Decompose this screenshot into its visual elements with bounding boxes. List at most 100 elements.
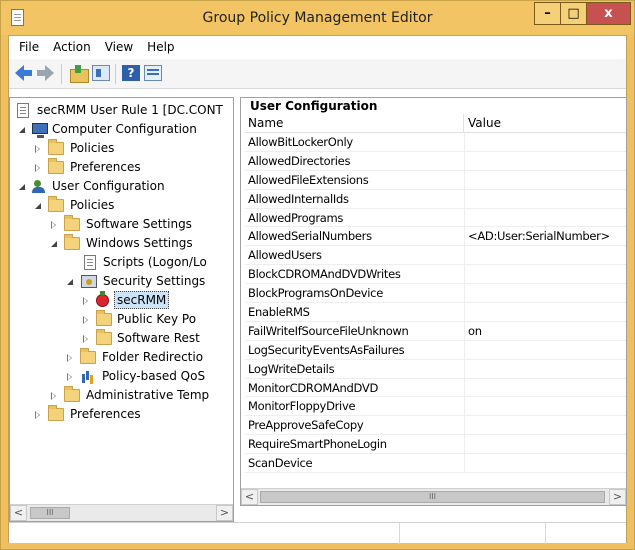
setting-row[interactable]: AllowBitLockerOnly — [245, 133, 626, 152]
setting-row[interactable]: MonitorFloppyDrive — [245, 397, 626, 417]
security-settings-icon — [81, 275, 97, 288]
setting-row[interactable]: AllowedFileExtensions — [245, 170, 626, 190]
setting-name: AllowBitLockerOnly — [248, 135, 353, 149]
setting-row[interactable]: BlockCDROMAndDVDWrites — [245, 265, 626, 285]
scroll-right-button[interactable]: > — [609, 489, 626, 505]
show-hide-tree-icon[interactable] — [92, 65, 110, 81]
tree-item-label: Computer Configuration — [52, 122, 197, 136]
column-header-value[interactable]: Value — [465, 114, 625, 133]
collapsed-arrow-icon[interactable] — [51, 392, 56, 400]
setting-name: FailWriteIfSourceFileUnknown — [248, 323, 409, 338]
menu-help[interactable]: Help — [140, 40, 181, 54]
expand-arrow-icon[interactable] — [35, 203, 41, 209]
close-button[interactable]: x — [586, 2, 631, 25]
folder-icon — [96, 310, 112, 326]
tree-item-label: Security Settings — [103, 274, 206, 288]
setting-row[interactable]: RequireSmartPhoneLogin — [245, 435, 626, 455]
scroll-left-button[interactable]: < — [10, 505, 27, 521]
setting-row[interactable]: EnableRMS — [245, 303, 626, 322]
setting-name: MonitorCDROMAndDVD — [248, 380, 378, 395]
collapsed-arrow-icon[interactable] — [35, 145, 40, 153]
setting-name: PreApproveSafeCopy — [248, 418, 364, 433]
details-horizontal-scrollbar[interactable]: < III > — [241, 488, 626, 505]
column-header-name[interactable]: Name — [245, 114, 464, 133]
setting-name: MonitorFloppyDrive — [248, 399, 356, 414]
tree-item-label: Scripts (Logon/Lo — [103, 255, 207, 269]
folder-icon — [96, 329, 112, 345]
chart-icon — [81, 370, 95, 383]
setting-name: RequireSmartPhoneLogin — [248, 437, 387, 452]
scroll-thumb[interactable]: III — [30, 507, 70, 519]
tree-item-label: Software Settings — [86, 217, 192, 231]
setting-row[interactable]: AllowedSerialNumbers <AD:User:SerialNumbe… — [245, 227, 626, 247]
scroll-thumb[interactable]: III — [260, 491, 605, 503]
setting-name: AllowedInternalIds — [248, 191, 349, 206]
forward-arrow-icon[interactable] — [36, 65, 54, 81]
menu-view[interactable]: View — [98, 40, 140, 54]
setting-name: LogWriteDetails — [248, 361, 335, 376]
expand-arrow-icon[interactable] — [51, 241, 57, 247]
maximize-button[interactable]: □ — [560, 2, 587, 25]
collapsed-arrow-icon[interactable] — [83, 297, 88, 305]
expand-arrow-icon[interactable] — [19, 184, 25, 190]
setting-row[interactable]: PreApproveSafeCopy — [245, 416, 626, 436]
folder-icon — [64, 386, 80, 402]
setting-row[interactable]: LogWriteDetails — [245, 359, 626, 379]
collapsed-arrow-icon[interactable] — [83, 335, 88, 343]
setting-name: EnableRMS — [248, 305, 310, 320]
tree-pane[interactable]: secRMM User Rule 1 [DC.CONT Computer Con… — [9, 97, 234, 522]
title-bar[interactable]: Group Policy Management Editor – □ x — [1, 1, 634, 35]
app-window: Group Policy Management Editor – □ x Fil… — [0, 0, 635, 550]
folder-icon — [64, 215, 80, 231]
menu-file[interactable]: File — [12, 40, 46, 54]
setting-name: AllowedPrograms — [248, 210, 344, 225]
expand-arrow-icon[interactable] — [67, 279, 73, 285]
tree-item-label: Policies — [70, 198, 115, 212]
policy-doc-icon — [17, 103, 29, 118]
minimize-icon: – — [544, 6, 551, 21]
scroll-left-button[interactable]: < — [241, 489, 258, 505]
collapsed-arrow-icon[interactable] — [67, 354, 72, 362]
minimize-button[interactable]: – — [534, 2, 561, 25]
collapsed-arrow-icon[interactable] — [35, 411, 40, 419]
tree-item-label: Software Rest — [117, 331, 200, 345]
maximize-icon: □ — [567, 6, 580, 21]
setting-row[interactable]: LogSecurityEventsAsFailures — [245, 340, 626, 360]
help-icon[interactable]: ? — [122, 65, 140, 81]
setting-name: ScanDevice — [248, 456, 313, 471]
properties-icon[interactable] — [144, 65, 162, 81]
setting-name: BlockCDROMAndDVDWrites — [248, 267, 401, 282]
folder-icon — [64, 234, 80, 250]
status-segment — [399, 523, 400, 544]
tree-item-label: Administrative Temp — [86, 388, 210, 402]
menu-action[interactable]: Action — [46, 40, 98, 54]
setting-row[interactable]: FailWriteIfSourceFileUnknown on — [245, 321, 626, 341]
secrmm-icon — [96, 291, 109, 307]
setting-name: BlockProgramsOnDevice — [248, 286, 383, 301]
setting-row[interactable]: AllowedPrograms — [245, 208, 626, 228]
setting-row[interactable]: AllowedUsers — [245, 246, 626, 266]
setting-row[interactable]: AllowedDirectories — [245, 151, 626, 171]
collapsed-arrow-icon[interactable] — [83, 316, 88, 324]
toolbar: ? — [9, 59, 626, 89]
collapsed-arrow-icon[interactable] — [51, 221, 56, 229]
setting-row[interactable]: BlockProgramsOnDevice — [245, 284, 626, 304]
tree-item-label: Windows Settings — [86, 236, 193, 250]
tree-item-label: secRMM — [114, 291, 170, 309]
up-folder-icon[interactable] — [70, 65, 89, 83]
setting-row[interactable]: AllowedInternalIds — [245, 189, 626, 209]
setting-value: on — [468, 323, 482, 338]
collapsed-arrow-icon[interactable] — [35, 164, 40, 172]
column-headers: Name Value — [245, 114, 626, 133]
expand-arrow-icon[interactable] — [19, 127, 25, 133]
scroll-right-button[interactable]: > — [216, 505, 233, 521]
tree-horizontal-scrollbar[interactable]: < III > — [10, 504, 233, 521]
collapsed-arrow-icon[interactable] — [67, 373, 72, 381]
menu-bar: File Action View Help — [9, 36, 626, 58]
setting-value: <AD:User:SerialNumber> — [468, 229, 610, 244]
details-pane: User Configuration Name Value AllowBitLo… — [240, 97, 627, 506]
details-heading: User Configuration — [241, 98, 626, 115]
back-arrow-icon[interactable] — [15, 65, 33, 81]
setting-row[interactable]: MonitorCDROMAndDVD — [245, 378, 626, 398]
setting-row[interactable]: ScanDevice — [245, 454, 626, 474]
